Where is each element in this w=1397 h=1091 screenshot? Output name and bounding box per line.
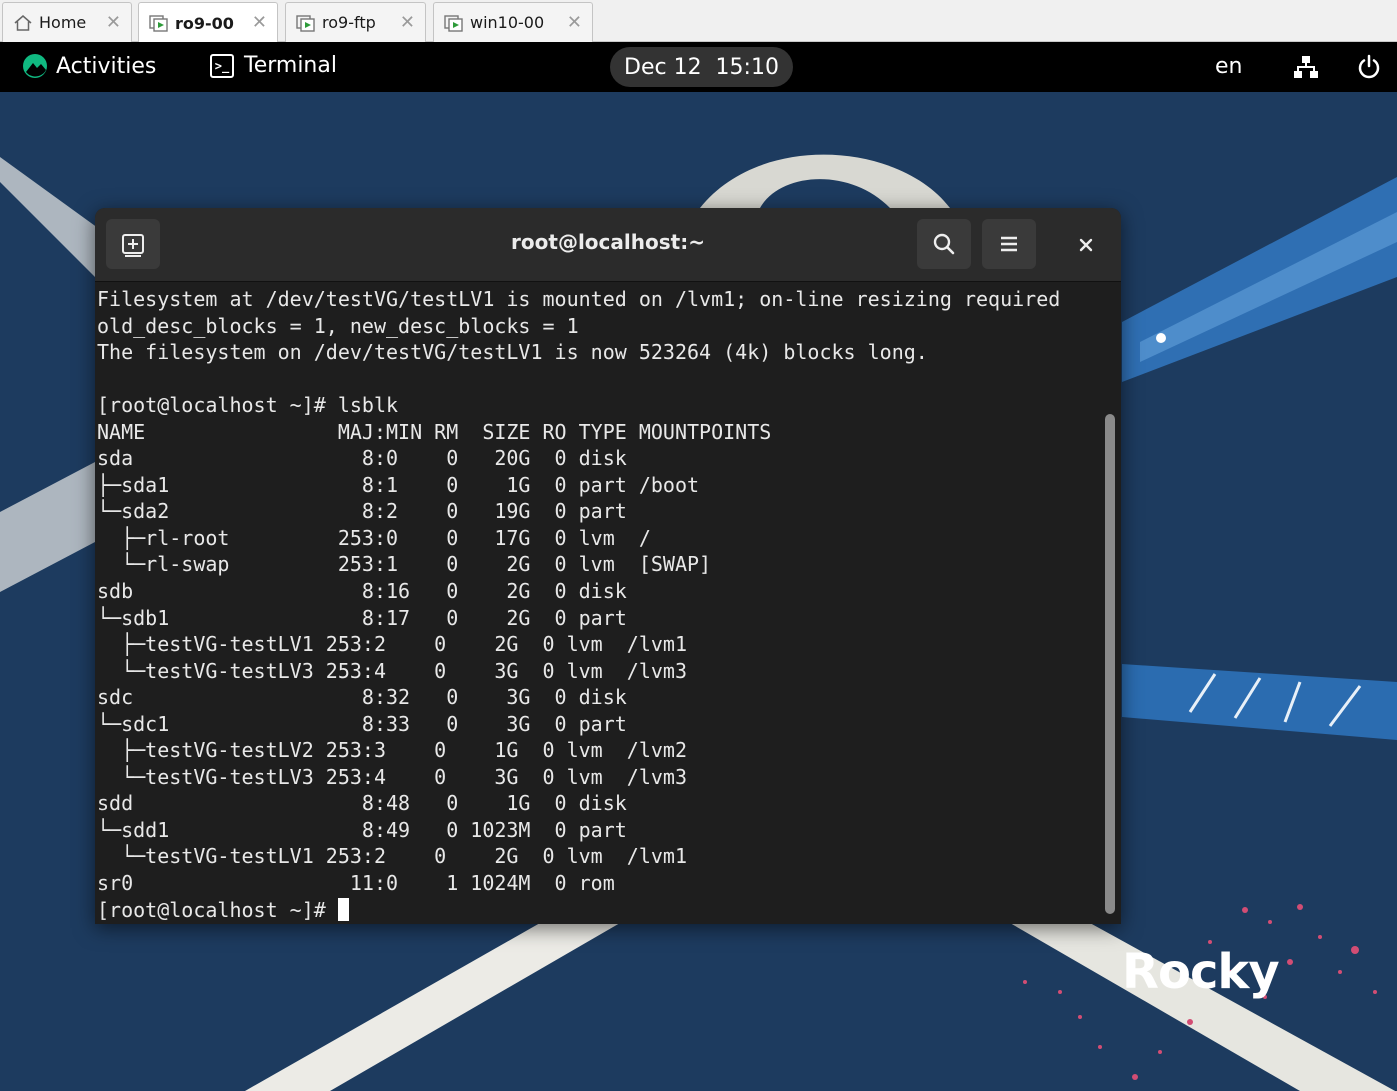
vm-icon <box>149 13 169 33</box>
vm-tab-label: ro9-ftp <box>322 13 376 32</box>
clock-label: Dec 12 15:10 <box>624 54 779 80</box>
home-icon <box>13 13 33 33</box>
terminal-line: └─rl-swap 253:1 0 2G 0 lvm [SWAP] <box>97 552 712 577</box>
terminal-line: sdb 8:16 0 2G 0 disk <box>97 579 627 604</box>
terminal-line: old_desc_blocks = 1, new_desc_blocks = 1 <box>97 313 579 338</box>
close-icon[interactable]: ✕ <box>400 12 415 33</box>
vm-tab-ro9-ftp[interactable]: ro9-ftp ✕ <box>285 2 426 42</box>
close-icon[interactable]: ✕ <box>252 12 267 33</box>
rocky-brand-logo: Rocky <box>1122 944 1280 1000</box>
app-menu-label: Terminal <box>244 53 337 78</box>
language-indicator[interactable]: en <box>1215 54 1242 79</box>
terminal-line: NAME MAJ:MIN RM SIZE RO TYPE MOUNTPOINTS <box>97 419 772 444</box>
network-icon[interactable] <box>1293 54 1319 80</box>
terminal-line: sdd 8:48 0 1G 0 disk <box>97 791 627 816</box>
text-cursor <box>337 897 349 921</box>
vm-icon <box>444 13 464 33</box>
vm-tab-home[interactable]: Home ✕ <box>2 2 132 42</box>
terminal-window: root@localhost:~ Filesystem at /dev/test… <box>95 208 1121 924</box>
gnome-top-bar: Activities >_ Terminal Dec 12 15:10 en <box>0 42 1397 92</box>
close-icon[interactable]: ✕ <box>567 12 582 33</box>
terminal-line: The filesystem on /dev/testVG/testLV1 is… <box>97 340 928 365</box>
vm-icon <box>296 13 316 33</box>
close-icon[interactable]: ✕ <box>106 12 121 33</box>
activities-label: Activities <box>56 53 157 79</box>
terminal-line: ├─rl-root 253:0 0 17G 0 lvm / <box>97 525 651 550</box>
terminal-line: └─sdc1 8:33 0 3G 0 part <box>97 711 627 736</box>
close-icon <box>1079 238 1093 252</box>
terminal-scrollbar[interactable] <box>1105 414 1115 914</box>
window-close-button[interactable] <box>1071 230 1101 260</box>
terminal-line: ├─sda1 8:1 0 1G 0 part /boot <box>97 472 700 497</box>
vm-tab-label: Home <box>39 13 87 32</box>
clock-button[interactable]: Dec 12 15:10 <box>610 47 793 87</box>
terminal-icon: >_ <box>210 53 234 78</box>
app-menu-button[interactable]: >_ Terminal <box>210 53 337 78</box>
hamburger-menu-icon <box>1001 236 1017 252</box>
terminal-line: └─sdb1 8:17 0 2G 0 part <box>97 605 627 630</box>
terminal-line: ├─testVG-testLV1 253:2 0 2G 0 lvm /lvm1 <box>97 632 688 657</box>
terminal-line: └─sdd1 8:49 0 1023M 0 part <box>97 817 627 842</box>
vm-tab-ro9-00[interactable]: ro9-00 ✕ <box>138 2 278 43</box>
terminal-line: ├─testVG-testLV2 253:3 0 1G 0 lvm /lvm2 <box>97 738 688 763</box>
power-icon[interactable] <box>1356 54 1382 80</box>
rocky-brand-text: Rocky <box>1122 944 1280 1000</box>
terminal-line: [root@localhost ~]# lsblk <box>97 393 399 418</box>
terminal-prompt: [root@localhost ~]# <box>97 897 338 922</box>
terminal-line: └─testVG-testLV1 253:2 0 2G 0 lvm /lvm1 <box>97 844 688 869</box>
search-button[interactable] <box>917 219 971 269</box>
vm-tab-label: win10-00 <box>470 13 545 32</box>
scrollbar-thumb[interactable] <box>1105 414 1115 914</box>
menu-button[interactable] <box>982 219 1036 269</box>
language-label: en <box>1215 54 1243 79</box>
terminal-line: sdc 8:32 0 3G 0 disk <box>97 685 627 710</box>
search-icon <box>933 233 955 255</box>
terminal-line: Filesystem at /dev/testVG/testLV1 is mou… <box>97 287 1061 311</box>
rocky-logo-icon <box>23 54 47 78</box>
terminal-line: sr0 11:0 1 1024M 0 rom <box>97 871 615 896</box>
vm-tab-strip: Home ✕ ro9-00 ✕ ro9-ftp ✕ win10-00 ✕ <box>0 0 1397 43</box>
terminal-prompt-line[interactable]: [root@localhost ~]# <box>97 897 1103 924</box>
terminal-headerbar: root@localhost:~ <box>95 208 1121 282</box>
vm-tab-win10-00[interactable]: win10-00 ✕ <box>433 2 593 42</box>
terminal-output[interactable]: Filesystem at /dev/testVG/testLV1 is mou… <box>95 283 1103 924</box>
terminal-line: sda 8:0 0 20G 0 disk <box>97 446 627 471</box>
terminal-line: └─testVG-testLV3 253:4 0 3G 0 lvm /lvm3 <box>97 658 688 683</box>
terminal-line: └─testVG-testLV3 253:4 0 3G 0 lvm /lvm3 <box>97 764 688 789</box>
terminal-line: └─sda2 8:2 0 19G 0 part <box>97 499 627 524</box>
vm-tab-label: ro9-00 <box>175 13 234 33</box>
activities-button[interactable]: Activities <box>22 53 156 79</box>
